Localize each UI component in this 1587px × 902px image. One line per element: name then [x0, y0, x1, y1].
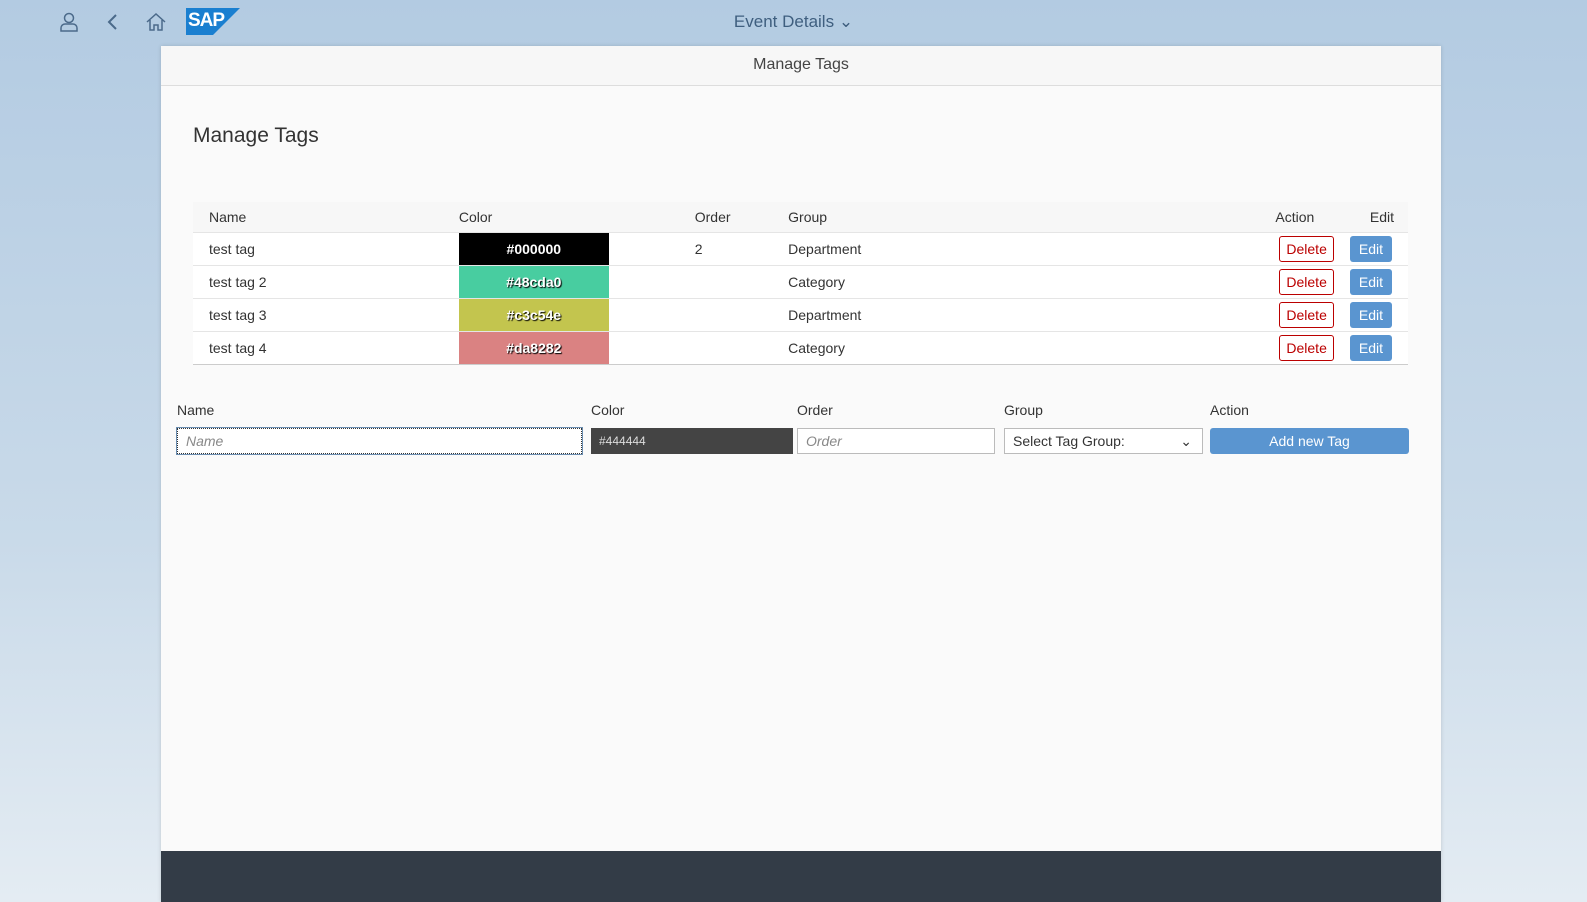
page-title: Manage Tags — [193, 124, 319, 147]
tag-group: Department — [772, 298, 1014, 332]
col-color: Color — [458, 202, 609, 233]
color-swatch: #da8282 — [458, 331, 609, 365]
order-input[interactable] — [797, 428, 995, 454]
tag-group: Category — [772, 265, 1014, 299]
table-row: test tag 3 #c3c54e Department Delete Edi… — [193, 298, 1408, 332]
edit-button[interactable]: Edit — [1349, 235, 1392, 262]
col-edit: Edit — [1333, 202, 1408, 233]
edit-button[interactable]: Edit — [1349, 268, 1392, 295]
app-title-menu[interactable]: Event Details ⌄ — [0, 12, 1587, 32]
color-swatch: #000000 — [458, 232, 609, 266]
group-select-value: Select Tag Group: — [1013, 433, 1125, 449]
shell-bar: SAP Event Details ⌄ — [0, 0, 1587, 45]
table-row: test tag 2 #48cda0 Category Delete Edit — [193, 265, 1408, 299]
delete-button[interactable]: Delete — [1279, 268, 1334, 295]
tag-group: Category — [772, 331, 1014, 365]
table-row: test tag 4 #da8282 Category Delete Edit — [193, 331, 1408, 365]
edit-button[interactable]: Edit — [1349, 334, 1392, 361]
color-picker[interactable]: #444444 — [591, 428, 793, 454]
tag-order — [608, 331, 773, 365]
delete-button[interactable]: Delete — [1279, 235, 1334, 262]
tag-order — [608, 298, 773, 332]
page-header: Manage Tags — [161, 46, 1441, 86]
tag-name: test tag 4 — [193, 331, 459, 365]
col-action: Action — [1013, 202, 1334, 233]
name-input[interactable] — [176, 427, 583, 455]
add-new-tag-button[interactable]: Add new Tag — [1210, 428, 1409, 454]
col-order: Order — [608, 202, 773, 233]
col-group: Group — [772, 202, 1014, 233]
chevron-down-icon: ⌄ — [1180, 433, 1192, 449]
label-group: Group — [1004, 402, 1043, 418]
table-row: test tag #000000 2 Department Delete Edi… — [193, 232, 1408, 266]
chevron-down-icon: ⌄ — [838, 12, 854, 31]
group-select[interactable]: Select Tag Group: ⌄ — [1004, 428, 1203, 454]
app-title: Event Details — [733, 12, 835, 31]
tag-group: Department — [772, 232, 1014, 266]
tag-order — [608, 265, 773, 299]
label-order: Order — [797, 402, 833, 418]
tags-table: Name Color Order Group Action Edit test … — [193, 202, 1408, 365]
delete-button[interactable]: Delete — [1279, 301, 1334, 328]
tag-name: test tag — [193, 232, 459, 266]
color-swatch: #c3c54e — [458, 298, 609, 332]
delete-button[interactable]: Delete — [1279, 334, 1334, 361]
color-swatch: #48cda0 — [458, 265, 609, 299]
col-name: Name — [193, 202, 459, 233]
footer-bar — [161, 851, 1441, 902]
label-name: Name — [177, 402, 215, 418]
page: Manage Tags Manage Tags Name Color Order… — [161, 46, 1441, 902]
tag-name: test tag 3 — [193, 298, 459, 332]
label-action: Action — [1210, 402, 1249, 418]
label-color: Color — [591, 402, 625, 418]
tag-order: 2 — [608, 232, 773, 266]
tag-name: test tag 2 — [193, 265, 459, 299]
edit-button[interactable]: Edit — [1349, 301, 1392, 328]
